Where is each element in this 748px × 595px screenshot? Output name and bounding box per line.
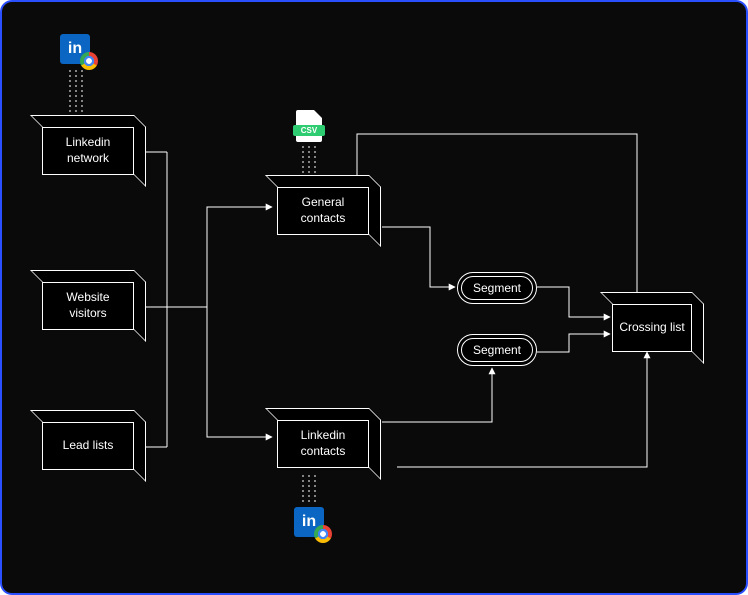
node-label: Lead lists <box>63 438 114 454</box>
node-label: Website visitors <box>47 290 129 321</box>
diagram-canvas: { "nodes": { "linkedin_network": { "labe… <box>0 0 748 595</box>
node-label: Linkedin network <box>47 135 129 166</box>
csv-file-icon: CSV <box>296 110 322 142</box>
linkedin-chrome-icon: in <box>60 34 90 64</box>
node-website-visitors: Website visitors <box>42 282 134 330</box>
node-segment-bottom: Segment <box>457 334 537 366</box>
node-segment-top: Segment <box>457 272 537 304</box>
linkedin-chrome-icon: in <box>294 507 324 537</box>
node-label: General contacts <box>282 195 364 226</box>
node-label: Segment <box>473 281 521 295</box>
node-label: Segment <box>473 343 521 357</box>
chrome-icon <box>80 52 98 70</box>
node-label: Crossing list <box>619 320 684 336</box>
node-linkedin-contacts: Linkedin contacts <box>277 420 369 468</box>
node-lead-lists: Lead lists <box>42 422 134 470</box>
csv-label: CSV <box>293 125 325 136</box>
node-linkedin-network: Linkedin network <box>42 127 134 175</box>
node-general-contacts: General contacts <box>277 187 369 235</box>
chrome-icon <box>314 525 332 543</box>
node-label: Linkedin contacts <box>282 428 364 459</box>
file-icon: CSV <box>296 110 322 142</box>
node-crossing-list: Crossing list <box>612 304 692 352</box>
